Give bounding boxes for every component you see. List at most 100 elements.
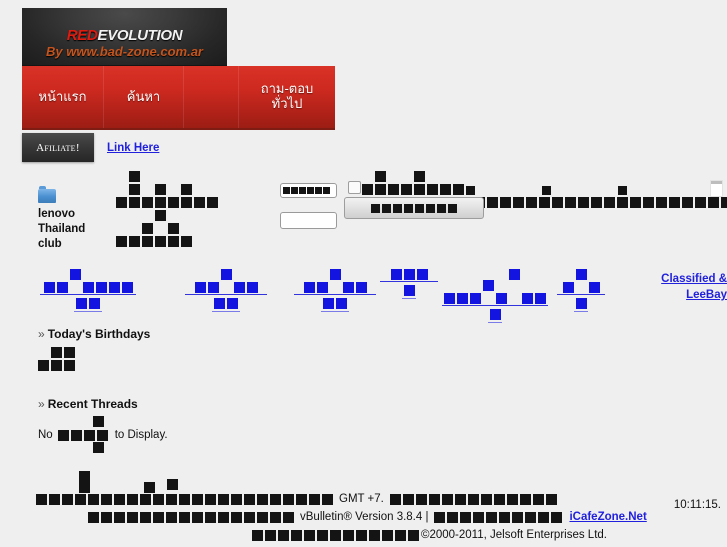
affiliate-bar: Afiliate! Link Here (22, 130, 727, 165)
affiliate-badge[interactable]: Afiliate! (22, 133, 94, 162)
glyph-block (140, 494, 151, 505)
secondary-input[interactable] (280, 212, 337, 229)
search-submit-button[interactable] (344, 197, 484, 219)
glyph-block (403, 269, 415, 280)
glyph-block (588, 282, 600, 293)
glyph-block (483, 280, 494, 291)
todays-birthdays-title: » Today's Birthdays (38, 327, 727, 341)
icafezone-link[interactable]: iCafeZone.Net (569, 511, 646, 523)
glyph-block (246, 282, 258, 293)
glyph-block (500, 197, 512, 208)
glyph-block (470, 293, 481, 304)
link-underline (574, 311, 588, 312)
glyph-block (116, 236, 127, 247)
glyph-block (116, 197, 127, 208)
glyph-block (330, 530, 341, 541)
glyph-block (552, 197, 564, 208)
glyph-block (426, 203, 435, 213)
subforum-link[interactable] (557, 269, 605, 312)
glyph-block (336, 298, 347, 309)
todays-birthdays-body (38, 347, 727, 371)
glyph-block (460, 512, 472, 523)
nav-item-blank[interactable] (184, 66, 239, 128)
forum-folder-label-line3: club (38, 238, 62, 250)
link-underline (185, 294, 267, 295)
footer-gmt-label: GMT +7. (339, 493, 384, 505)
glyph-block (114, 494, 125, 505)
glyph-block (51, 360, 62, 371)
glyph-block (457, 293, 468, 304)
glyph-block (535, 293, 546, 304)
glyph-block (79, 482, 90, 493)
link-underline (402, 298, 416, 299)
recent-threads-body: No to Display. (38, 416, 727, 453)
search-checkbox[interactable] (348, 181, 361, 194)
glyph-block (695, 197, 707, 208)
glyph-block (155, 236, 166, 247)
glyph-block (168, 197, 179, 208)
glyph-block (192, 494, 203, 505)
glyph-block (153, 494, 164, 505)
subforum-link[interactable] (40, 269, 136, 312)
chevron-icon: » (38, 327, 45, 341)
search-input[interactable] (280, 183, 337, 198)
glyph-block (329, 269, 341, 280)
glyph-block (434, 512, 446, 523)
glyph-block (181, 197, 192, 208)
glyph-block (473, 512, 485, 523)
glyph-block (114, 512, 125, 523)
glyph-block (316, 282, 328, 293)
recent-threads-no-label: No (38, 429, 53, 441)
glyph-block (299, 187, 306, 194)
glyph-block (575, 298, 587, 309)
subforum-link[interactable] (294, 269, 376, 312)
subforum-link[interactable] (185, 269, 267, 312)
glyph-block (231, 494, 242, 505)
glyph-block (317, 530, 328, 541)
glyph-block (441, 494, 453, 505)
glyph-block (283, 512, 294, 523)
glyph-block (129, 184, 140, 195)
glyph-block (181, 184, 192, 195)
glyph-block (257, 512, 268, 523)
classified-leebay-link[interactable]: Classified & LeeBay (649, 271, 727, 303)
glyph-block (153, 512, 164, 523)
glyph-block (382, 530, 393, 541)
glyph-block (96, 430, 108, 441)
glyph-row (116, 197, 218, 208)
glyph-block (168, 223, 179, 234)
glyph-block (375, 171, 386, 182)
glyph-block (179, 494, 190, 505)
affiliate-link[interactable]: Link Here (107, 142, 159, 154)
glyph-block (509, 269, 520, 280)
glyph-block (49, 494, 60, 505)
glyph-row (116, 184, 218, 195)
glyph-block (480, 494, 492, 505)
link-underline (294, 294, 376, 295)
nav-item-search[interactable]: ค้นหา (104, 66, 184, 128)
recent-threads-title-text: Recent Threads (47, 397, 138, 411)
glyph-row (362, 171, 727, 182)
glyph-block (129, 236, 140, 247)
glyph-block (127, 512, 138, 523)
nav-item-qa[interactable]: ถาม-ตอบ ทั่วไป (239, 66, 335, 128)
glyph-block (93, 416, 104, 427)
glyph-block (323, 187, 330, 194)
forum-title-glyphs[interactable] (116, 171, 218, 249)
glyph-block (315, 187, 322, 194)
glyph-block (493, 494, 505, 505)
recent-threads-title: » Recent Threads (38, 397, 727, 411)
glyph-block (575, 269, 587, 280)
subforum-link[interactable] (442, 269, 548, 323)
glyph-block (233, 282, 245, 293)
subforum-link[interactable] (380, 269, 438, 299)
forum-folder-label-line1: lenovo (38, 208, 76, 220)
glyph-block (538, 512, 550, 523)
nav-item-home[interactable]: หน้าแรก (22, 66, 104, 128)
glyph-block (205, 494, 216, 505)
glyph-block (356, 530, 367, 541)
main-content: lenovo Thailand club Classified & LeeBay… (22, 171, 727, 547)
glyph-block (682, 197, 694, 208)
glyph-block (309, 494, 320, 505)
subforum-links-row: Classified & LeeBay (22, 265, 727, 323)
